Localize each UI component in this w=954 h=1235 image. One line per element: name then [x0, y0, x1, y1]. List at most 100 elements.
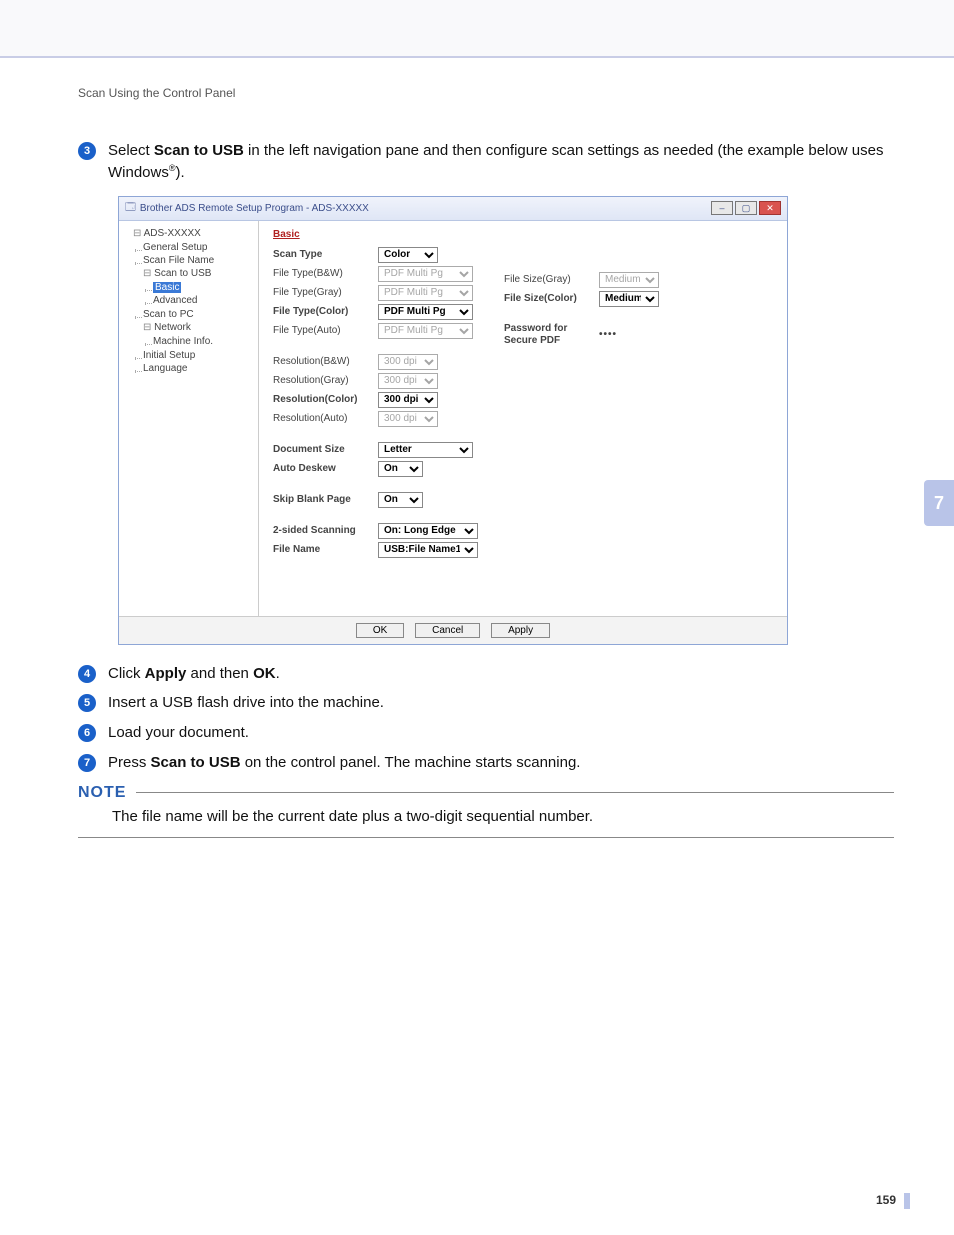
tree-machine-info[interactable]: Machine Info. — [153, 335, 254, 348]
maximize-button[interactable]: ▢ — [735, 201, 757, 215]
top-bar — [0, 0, 954, 58]
minimize-button[interactable]: – — [711, 201, 733, 215]
step-4-b1: Apply — [145, 665, 187, 682]
ft-color-label: File Type(Color) — [273, 306, 378, 317]
page-content: Scan Using the Control Panel 3 Select Sc… — [0, 58, 954, 838]
res-color-select[interactable]: 300 dpi — [378, 392, 438, 408]
ft-gray-label: File Type(Gray) — [273, 287, 378, 298]
window-app-icon: 🗔 — [125, 200, 136, 217]
tree-basic-label: Basic — [153, 282, 181, 293]
res-color-label: Resolution(Color) — [273, 394, 378, 405]
window-body: ADS-XXXXX General Setup Scan File Name S… — [119, 221, 787, 616]
file-name-label: File Name — [273, 544, 378, 555]
step-3-post2: ). — [176, 164, 185, 181]
scan-type-select[interactable]: Color — [378, 247, 438, 263]
skip-blank-label: Skip Blank Page — [273, 494, 378, 505]
ft-bw-label: File Type(B&W) — [273, 268, 378, 279]
pw-label: Password for Secure PDF — [504, 323, 599, 347]
auto-deskew-label: Auto Deskew — [273, 463, 378, 474]
note-heading: NOTE — [78, 784, 126, 802]
step-7: 7 Press Scan to USB on the control panel… — [78, 752, 894, 774]
fs-gray-label: File Size(Gray) — [504, 274, 599, 285]
file-name-select[interactable]: USB:File Name1 — [378, 542, 478, 558]
skip-blank-select[interactable]: On — [378, 492, 423, 508]
window-titlebar: 🗔 Brother ADS Remote Setup Program - ADS… — [119, 197, 787, 221]
cancel-button[interactable]: Cancel — [415, 623, 480, 638]
panel-heading: Basic — [273, 229, 773, 240]
two-sided-label: 2-sided Scanning — [273, 525, 378, 536]
note-rule-bottom — [78, 837, 894, 838]
res-bw-label: Resolution(B&W) — [273, 356, 378, 367]
nav-tree[interactable]: ADS-XXXXX General Setup Scan File Name S… — [119, 221, 259, 616]
side-tab: 7 — [924, 480, 954, 526]
step-6-text: Load your document. — [108, 722, 249, 744]
step-5-text: Insert a USB flash drive into the machin… — [108, 692, 384, 714]
step-3: 3 Select Scan to USB in the left navigat… — [78, 140, 894, 184]
apply-button[interactable]: Apply — [491, 623, 550, 638]
step-5-badge: 5 — [78, 694, 96, 712]
note-heading-row: NOTE — [78, 784, 894, 802]
tree-advanced[interactable]: Advanced — [153, 294, 254, 307]
auto-deskew-select[interactable]: On — [378, 461, 423, 477]
settings-panel: Basic Scan TypeColor File Type(B&W)PDF M… — [259, 221, 787, 616]
ft-color-select[interactable]: PDF Multi Pg — [378, 304, 473, 320]
pw-value: •••• — [599, 329, 617, 340]
scan-type-label: Scan Type — [273, 249, 378, 260]
page-number: 159 — [876, 1193, 896, 1207]
step-4-badge: 4 — [78, 665, 96, 683]
step-4-pre: Click — [108, 665, 145, 682]
step-4-text: Click Apply and then OK. — [108, 663, 280, 685]
page-mark — [904, 1193, 910, 1209]
window-title: Brother ADS Remote Setup Program - ADS-X… — [140, 203, 711, 214]
ft-auto-label: File Type(Auto) — [273, 325, 378, 336]
tree-basic[interactable]: Basic — [153, 281, 254, 294]
step-5: 5 Insert a USB flash drive into the mach… — [78, 692, 894, 714]
ft-gray-select[interactable]: PDF Multi Pg — [378, 285, 473, 301]
ok-button[interactable]: OK — [356, 623, 404, 638]
step-3-text: Select Scan to USB in the left navigatio… — [108, 140, 894, 184]
dialog-buttons: OK Cancel Apply — [119, 616, 787, 644]
two-sided-select[interactable]: On: Long Edge — [378, 523, 478, 539]
res-auto-label: Resolution(Auto) — [273, 413, 378, 424]
fs-color-select[interactable]: Medium — [599, 291, 659, 307]
tree-initial-setup[interactable]: Initial Setup — [143, 349, 254, 362]
res-gray-select[interactable]: 300 dpi — [378, 373, 438, 389]
note-rule-top — [136, 792, 894, 793]
tree-language[interactable]: Language — [143, 362, 254, 375]
tree-scan-to-usb[interactable]: Scan to USB — [143, 267, 254, 280]
tree-scan-to-pc[interactable]: Scan to PC — [143, 308, 254, 321]
fs-color-label: File Size(Color) — [504, 293, 599, 304]
step-3-pre: Select — [108, 142, 154, 159]
res-gray-label: Resolution(Gray) — [273, 375, 378, 386]
step-6-badge: 6 — [78, 724, 96, 742]
remote-setup-window: 🗔 Brother ADS Remote Setup Program - ADS… — [118, 196, 788, 645]
res-bw-select[interactable]: 300 dpi — [378, 354, 438, 370]
step-7-b1: Scan to USB — [151, 754, 241, 771]
tree-scan-file-name[interactable]: Scan File Name — [143, 254, 254, 267]
step-4-mid: and then — [186, 665, 253, 682]
res-auto-select[interactable]: 300 dpi — [378, 411, 438, 427]
tree-root[interactable]: ADS-XXXXX — [133, 227, 254, 240]
tree-network[interactable]: Network — [143, 321, 254, 334]
section-header: Scan Using the Control Panel — [78, 86, 894, 100]
ft-bw-select[interactable]: PDF Multi Pg — [378, 266, 473, 282]
step-4-post: . — [276, 665, 280, 682]
step-7-badge: 7 — [78, 754, 96, 772]
close-button[interactable]: ✕ — [759, 201, 781, 215]
step-7-post: on the control panel. The machine starts… — [241, 754, 581, 771]
window-controls: – ▢ ✕ — [711, 201, 781, 215]
step-7-text: Press Scan to USB on the control panel. … — [108, 752, 580, 774]
doc-size-select[interactable]: Letter — [378, 442, 473, 458]
fs-gray-select[interactable]: Medium — [599, 272, 659, 288]
step-6: 6 Load your document. — [78, 722, 894, 744]
note-body: The file name will be the current date p… — [78, 802, 894, 837]
tree-general-setup[interactable]: General Setup — [143, 241, 254, 254]
step-3-bold: Scan to USB — [154, 142, 244, 159]
step-3-badge: 3 — [78, 142, 96, 160]
step-7-pre: Press — [108, 754, 151, 771]
registered-mark: ® — [169, 163, 176, 173]
settings-col2: File Size(Gray)Medium File Size(Color)Me… — [504, 271, 704, 350]
step-4: 4 Click Apply and then OK. — [78, 663, 894, 685]
step-4-b2: OK — [253, 665, 276, 682]
ft-auto-select[interactable]: PDF Multi Pg — [378, 323, 473, 339]
